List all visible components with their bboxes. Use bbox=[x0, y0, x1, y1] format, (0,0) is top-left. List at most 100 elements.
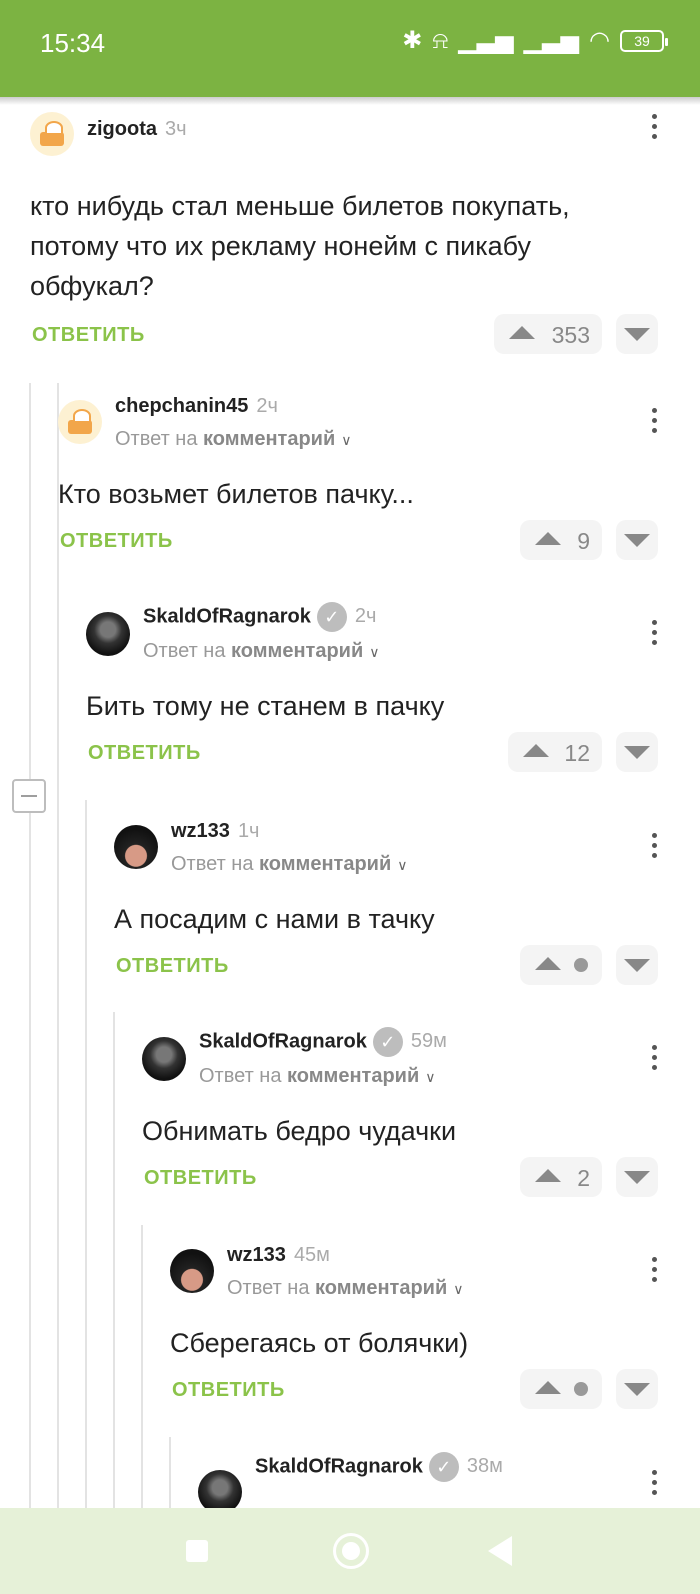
comment-time: 3ч bbox=[165, 118, 187, 140]
header-shadow bbox=[0, 97, 700, 105]
more-options-icon[interactable] bbox=[649, 408, 659, 438]
avatar[interactable] bbox=[142, 1037, 186, 1081]
upvote-button[interactable] bbox=[520, 1369, 602, 1409]
arrow-up-icon bbox=[535, 957, 561, 970]
chevron-down-icon: ∨ bbox=[425, 1069, 436, 1085]
downvote-button[interactable] bbox=[616, 945, 658, 985]
downvote-button[interactable] bbox=[616, 314, 658, 354]
upvote-button[interactable]: 12 bbox=[508, 732, 602, 772]
more-options-icon[interactable] bbox=[649, 114, 659, 144]
upvote-button[interactable]: 2 bbox=[520, 1157, 602, 1197]
reply-to-link[interactable]: Ответ на комментарий ∨ bbox=[171, 853, 408, 876]
comment-text: Сберегаясь от болячки) bbox=[170, 1328, 469, 1358]
signal-icon: ▁▃▅ bbox=[458, 27, 514, 54]
reply-to-link[interactable]: Ответ на комментарий ∨ bbox=[199, 1065, 436, 1088]
downvote-button[interactable] bbox=[616, 520, 658, 560]
comment-time: 45м bbox=[293, 1244, 330, 1266]
more-options-icon[interactable] bbox=[649, 1045, 659, 1075]
comment: wz133 45м Ответ на комментарий ∨ Сберегаяс… bbox=[170, 1244, 700, 1413]
avatar[interactable] bbox=[86, 612, 130, 656]
avatar[interactable] bbox=[114, 825, 158, 869]
reply-to-link[interactable]: Ответ на комментарий ∨ bbox=[227, 1277, 464, 1300]
comment-header: zigoota 3ч bbox=[30, 112, 700, 156]
username[interactable]: SkaldOfRagnarok ✓ 59м bbox=[199, 1027, 447, 1057]
comment: zigoota 3ч кто нибудь стал меньше билетов… bbox=[30, 112, 700, 358]
comment-time: 2ч bbox=[256, 395, 278, 417]
comment-header: SkaldOfRagnarok ✓ 2ч Ответ на комментарий ∨ bbox=[86, 602, 700, 662]
arrow-up-icon bbox=[535, 1169, 561, 1182]
reply-to-link[interactable]: Ответ на комментарий ∨ bbox=[115, 428, 352, 451]
arrow-up-icon bbox=[509, 326, 535, 339]
comment-footer: ОТВЕТИТЬ 12 bbox=[86, 732, 700, 776]
username[interactable]: wz133 45м bbox=[227, 1244, 330, 1267]
chevron-down-icon: ∨ bbox=[369, 644, 380, 660]
status-bar: 15:34 ✱ ⍾ ▁▃▅ ▁▃▅ ◠ 39 bbox=[0, 0, 700, 97]
verified-badge-icon: ✓ bbox=[372, 1027, 403, 1057]
back-icon[interactable] bbox=[488, 1536, 512, 1566]
reply-button[interactable]: ОТВЕТИТЬ bbox=[32, 324, 145, 347]
arrow-down-icon bbox=[624, 328, 650, 341]
reply-button[interactable]: ОТВЕТИТЬ bbox=[172, 1379, 285, 1402]
comment-header: wz133 45м Ответ на комментарий ∨ bbox=[170, 1244, 700, 1299]
comment-text: Кто возьмет билетов пачку... bbox=[58, 479, 414, 509]
comment-text: Обнимать бедро чудачки bbox=[142, 1116, 457, 1146]
avatar[interactable] bbox=[170, 1249, 214, 1293]
username[interactable]: wz133 1ч bbox=[171, 820, 259, 843]
username[interactable]: SkaldOfRagnarok ✓ 38м bbox=[255, 1452, 503, 1482]
more-options-icon[interactable] bbox=[649, 620, 659, 650]
arrow-up-icon bbox=[523, 744, 549, 757]
comment-text: кто нибудь стал меньше билетов покупать,… bbox=[30, 191, 570, 301]
more-options-icon[interactable] bbox=[649, 833, 659, 863]
arrow-down-icon bbox=[624, 1383, 650, 1396]
signal-icon: ▁▃▅ bbox=[523, 27, 580, 54]
avatar[interactable] bbox=[30, 112, 74, 156]
reply-button[interactable]: ОТВЕТИТЬ bbox=[144, 1167, 257, 1190]
battery-level: 39 bbox=[634, 32, 650, 49]
thread-line[interactable] bbox=[113, 1012, 115, 1594]
thread-line[interactable] bbox=[85, 800, 87, 1594]
downvote-button[interactable] bbox=[616, 1157, 658, 1197]
rating: 12 bbox=[564, 740, 590, 766]
chevron-down-icon: ∨ bbox=[453, 1281, 464, 1297]
reply-button[interactable]: ОТВЕТИТЬ bbox=[88, 742, 201, 765]
downvote-button[interactable] bbox=[616, 732, 658, 772]
arrow-down-icon bbox=[624, 959, 650, 972]
comment-time: 1ч bbox=[237, 820, 260, 842]
rating: 9 bbox=[577, 528, 590, 554]
comment-header: SkaldOfRagnarok ✓ 59м Ответ на комментарий… bbox=[142, 1027, 700, 1087]
reply-button[interactable]: ОТВЕТИТЬ bbox=[116, 955, 229, 978]
bluetooth-icon: ✱ bbox=[402, 27, 423, 54]
home-icon[interactable] bbox=[333, 1533, 369, 1569]
thread-line[interactable] bbox=[29, 383, 31, 1594]
arrow-down-icon bbox=[624, 534, 650, 547]
comment-time: 38м bbox=[466, 1455, 503, 1478]
chevron-down-icon: ∨ bbox=[341, 432, 352, 448]
downvote-button[interactable] bbox=[616, 1369, 658, 1409]
chevron-down-icon: ∨ bbox=[397, 857, 408, 873]
username[interactable]: chepchanin45 2ч bbox=[115, 395, 278, 418]
upvote-button[interactable] bbox=[520, 945, 602, 985]
comment-footer: ОТВЕТИТЬ bbox=[114, 945, 700, 989]
comment-header: chepchanin45 2ч Ответ на комментарий ∨ bbox=[58, 395, 700, 450]
username[interactable]: zigoota 3ч bbox=[87, 118, 187, 141]
avatar[interactable] bbox=[58, 400, 102, 444]
comment-footer: ОТВЕТИТЬ 353 bbox=[30, 314, 700, 358]
arrow-down-icon bbox=[624, 1171, 650, 1184]
more-options-icon[interactable] bbox=[649, 1257, 659, 1287]
system-nav-bar bbox=[0, 1508, 700, 1594]
collapse-thread-button[interactable] bbox=[12, 779, 46, 813]
rating: 2 bbox=[577, 1165, 590, 1191]
thread-line[interactable] bbox=[57, 383, 59, 1594]
more-options-icon[interactable] bbox=[649, 1470, 659, 1500]
username[interactable]: SkaldOfRagnarok ✓ 2ч bbox=[143, 602, 376, 632]
silent-icon: ⍾ bbox=[432, 26, 449, 54]
reply-button[interactable]: ОТВЕТИТЬ bbox=[60, 530, 173, 553]
arrow-up-icon bbox=[535, 1381, 561, 1394]
wifi-icon: ◠ bbox=[589, 27, 610, 54]
upvote-button[interactable]: 9 bbox=[520, 520, 602, 560]
arrow-down-icon bbox=[624, 746, 650, 759]
battery-icon: 39 bbox=[620, 29, 668, 52]
recent-apps-icon[interactable] bbox=[186, 1540, 208, 1562]
reply-to-link[interactable]: Ответ на комментарий ∨ bbox=[143, 640, 380, 663]
upvote-button[interactable]: 353 bbox=[494, 314, 602, 354]
